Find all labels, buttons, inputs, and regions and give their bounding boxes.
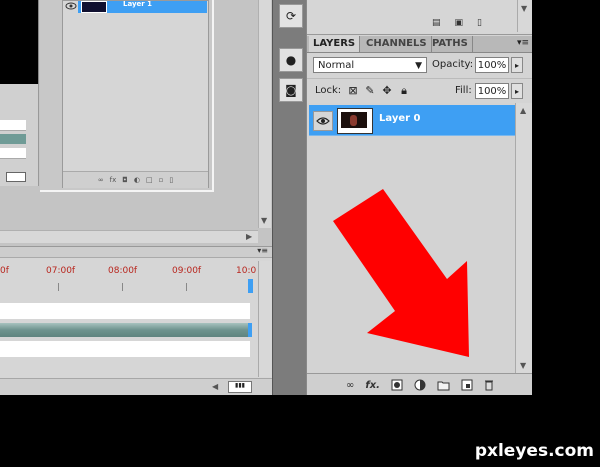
eye-icon[interactable] — [65, 1, 77, 11]
document-workspace: Layer 1 ∞ fx ◘ ◐ □ ▫ ▯ ▼ ▶ ▾≡ 0f 07:00f … — [0, 0, 273, 395]
adjustment-icon[interactable] — [414, 378, 426, 392]
track-bar — [0, 134, 26, 144]
black-border-bottom: pxleyes.com — [0, 395, 600, 467]
tick-label: 0f — [0, 266, 9, 276]
inner-layers-panel: Layer 1 ∞ fx ◘ ◐ □ ▫ ▯ — [62, 0, 271, 188]
layers-list: Layer 0 — [307, 103, 515, 373]
timeline-mode-button[interactable]: ▮▮▮ — [228, 381, 252, 393]
panel-tabs: LAYERS CHANNELS PATHS ▾≡ — [307, 36, 533, 53]
adjustment-icon[interactable]: ◐ — [134, 176, 140, 184]
opacity-input[interactable]: 100% — [475, 57, 509, 73]
trash-icon[interactable]: ▯ — [169, 176, 173, 184]
mask-icon[interactable] — [391, 378, 403, 392]
document-canvas-fragment — [0, 0, 39, 84]
tab-paths[interactable]: PATHS — [428, 36, 473, 52]
tick-label: 07:00f — [46, 266, 76, 276]
layer-row[interactable]: Layer 0 — [309, 105, 515, 136]
fill-label: Fill: — [455, 85, 472, 96]
opacity-slider-button[interactable]: ▸ — [511, 57, 523, 73]
timeline-scrollbar[interactable] — [258, 261, 271, 377]
timeline-track — [0, 303, 250, 319]
layers-bottom-toolbar: ∞ fx. — [307, 373, 533, 396]
floating-document-window: Layer 1 ∞ fx ◘ ◐ □ ▫ ▯ — [40, 0, 271, 192]
trash-icon[interactable] — [484, 378, 494, 392]
mask-icon[interactable]: ◘ — [122, 176, 128, 184]
current-time-indicator[interactable] — [248, 279, 253, 293]
camera-icon[interactable]: ◙ — [279, 78, 303, 102]
animation-timeline-panel: ▾≡ 0f 07:00f 08:00f 09:00f 10:0 ◀ ▮▮▮ — [0, 246, 272, 395]
panel-menu-icon[interactable]: ▾≡ — [257, 246, 268, 255]
track-row — [0, 120, 26, 131]
trash-icon[interactable]: ▯ — [477, 18, 482, 28]
workspace-horizontal-scrollbar[interactable]: ▶ — [0, 230, 258, 243]
new-layer-icon[interactable]: ▫ — [159, 176, 164, 184]
fx-icon[interactable]: fx — [110, 176, 117, 184]
folder-icon[interactable]: □ — [146, 176, 153, 184]
layer-thumbnail — [81, 1, 107, 13]
layer-label: Layer 1 — [123, 0, 153, 8]
tab-layers[interactable]: LAYERS — [309, 36, 361, 52]
layers-panel-container: ▤ ▣ ▯ ▼ LAYERS CHANNELS PATHS ▾≡ Normal … — [306, 0, 533, 396]
brush-preset-icon[interactable]: ● — [279, 48, 303, 72]
history-icon[interactable]: ⟳ — [279, 4, 303, 28]
time-ruler[interactable]: 0f 07:00f 08:00f 09:00f 10:0 — [0, 261, 258, 293]
timeline-header: ▾≡ — [0, 246, 272, 258]
lock-image-icon[interactable]: ✎ — [364, 85, 376, 97]
timeline-track — [0, 341, 250, 357]
lock-all-icon[interactable]: 🔒︎ — [398, 85, 410, 97]
tick-label: 10:0 — [236, 266, 257, 276]
timeline-toolbar: ◀ ▮▮▮ — [0, 378, 272, 395]
watermark: pxleyes.com — [474, 441, 594, 461]
inner-layers-toolbar: ∞ fx ◘ ◐ □ ▫ ▯ — [63, 171, 208, 188]
blend-mode-select[interactable]: Normal ▼ — [313, 57, 427, 73]
tick-mark — [186, 283, 187, 291]
upper-panel-scrollbar[interactable]: ▼ — [517, 0, 532, 32]
layers-scrollbar[interactable]: ▲ ▼ — [515, 103, 532, 373]
new-layer-icon[interactable] — [461, 378, 473, 392]
fx-icon[interactable]: fx. — [365, 378, 380, 392]
lock-transparent-icon[interactable]: ⊠ — [347, 85, 359, 97]
blend-mode-value: Normal — [318, 60, 355, 71]
workspace-vertical-scrollbar[interactable]: ▼ — [258, 0, 271, 228]
lock-label: Lock: — [315, 85, 342, 96]
track-row — [0, 148, 26, 159]
opacity-label: Opacity: — [432, 59, 474, 70]
tick-mark — [58, 283, 59, 291]
link-icon[interactable]: ∞ — [346, 378, 354, 392]
panel-action-icon[interactable]: ▤ — [432, 18, 441, 28]
layer-name: Layer 0 — [379, 113, 421, 124]
tick-label: 08:00f — [108, 266, 138, 276]
folder-icon[interactable] — [437, 378, 450, 392]
red-arrow-annotation — [333, 189, 469, 357]
fill-slider-button[interactable]: ▸ — [511, 83, 523, 99]
duration-bar-end[interactable] — [248, 323, 252, 337]
fill-input[interactable]: 100% — [475, 83, 509, 99]
tick-mark — [122, 283, 123, 291]
new-item-icon[interactable]: ▣ — [455, 18, 464, 28]
tick-label: 09:00f — [172, 266, 202, 276]
link-icon[interactable]: ∞ — [98, 176, 104, 184]
layer-thumbnail — [337, 108, 373, 134]
upper-panel: ▤ ▣ ▯ ▼ — [307, 0, 533, 35]
chevron-down-icon: ▼ — [415, 61, 422, 71]
lock-row: Lock: ⊠ ✎ ✥ 🔒︎ Fill: 100% ▸ — [307, 78, 533, 104]
lock-position-icon[interactable]: ✥ — [381, 85, 393, 97]
panel-menu-icon[interactable]: ▾≡ — [517, 38, 529, 48]
panel-button[interactable] — [6, 172, 26, 182]
left-timeline-panel-fragment — [0, 84, 39, 186]
black-border-right — [532, 0, 600, 395]
eye-icon[interactable] — [313, 111, 333, 131]
layer-duration-bar[interactable] — [0, 323, 250, 337]
tab-channels[interactable]: CHANNELS — [362, 36, 432, 52]
